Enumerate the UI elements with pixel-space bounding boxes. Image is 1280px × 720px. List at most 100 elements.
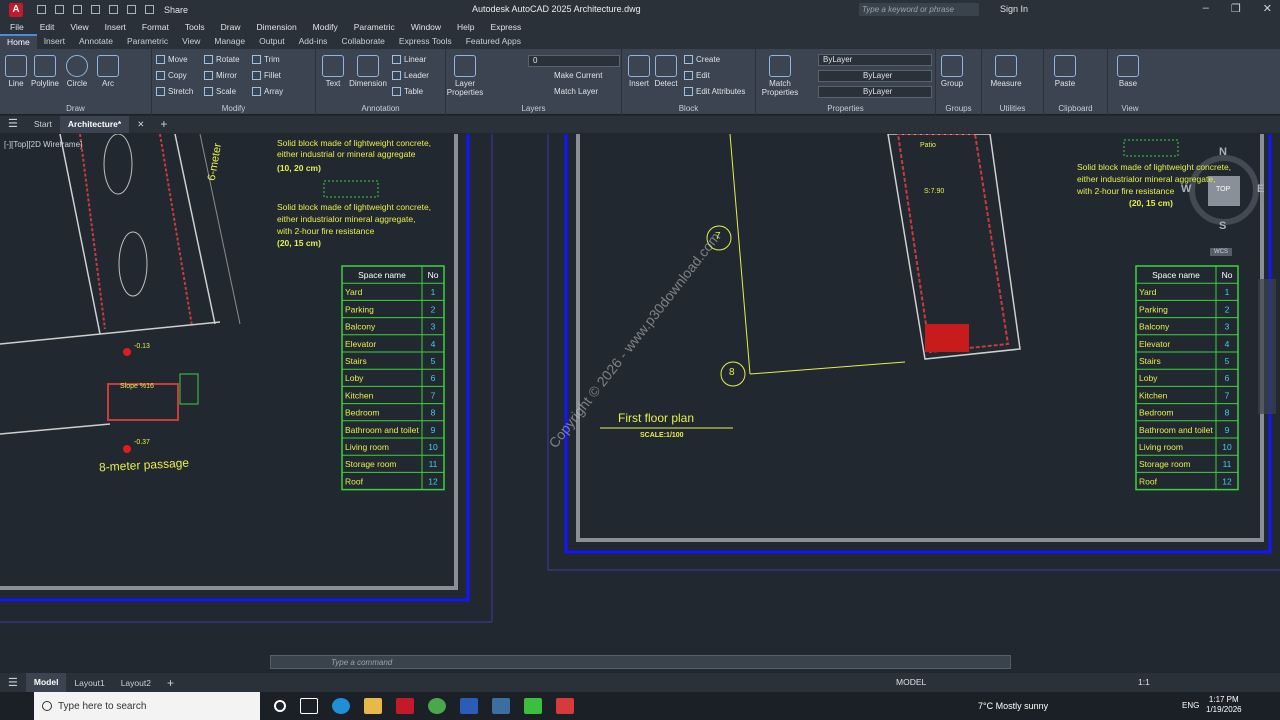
layout1-tab[interactable]: Layout1 [66,678,112,688]
file-explorer-icon[interactable] [364,698,382,714]
array-tool[interactable]: Array [252,87,283,96]
model-space-toggle[interactable]: MODEL [896,677,926,687]
undo-icon[interactable] [127,5,136,14]
ribbon-tab-collaborate[interactable]: Collaborate [334,34,391,49]
viewport-label[interactable]: [-][Top][2D Wireframe] [4,140,82,149]
menu-help[interactable]: Help [449,22,482,32]
add-layout-icon[interactable]: + [159,676,182,690]
ribbon-tab-view[interactable]: View [175,34,207,49]
clock[interactable]: 1:17 PM 1/19/2026 [1206,695,1242,715]
search-input[interactable]: Type a keyword or phrase [859,3,979,16]
menu-window[interactable]: Window [403,22,449,32]
taskbar-search[interactable]: Type here to search [34,692,260,720]
group-tool[interactable]: Group [938,55,966,88]
ribbon-tab-add-ins[interactable]: Add-ins [292,34,335,49]
menu-format[interactable]: Format [134,22,177,32]
redo-icon[interactable] [145,5,154,14]
menu-dimension[interactable]: Dimension [249,22,305,32]
annotation-scale[interactable]: 1:1 [1138,677,1150,687]
recorder-icon[interactable] [556,698,574,714]
cortana-icon[interactable] [274,700,286,712]
task-view-icon[interactable] [300,698,318,714]
edge-icon[interactable] [332,698,350,714]
base-view-tool[interactable]: Base [1114,55,1142,88]
command-line[interactable]: Type a command [270,655,1011,669]
stretch-tool[interactable]: Stretch [156,87,193,96]
autocad-logo-icon[interactable]: A [9,2,23,17]
measure-tool[interactable]: Measure [986,55,1026,88]
sign-in-button[interactable]: Sign In [1000,4,1028,14]
ribbon-tab-insert[interactable]: Insert [37,34,72,49]
save-icon[interactable] [73,5,82,14]
edit-block-tool[interactable]: Edit [684,71,710,80]
match-layer-tool[interactable]: Match Layer [554,87,598,96]
close-icon[interactable]: ✕ [1263,2,1272,15]
create-block-tool[interactable]: Create [684,55,720,64]
linetype-select[interactable]: ByLayer [818,70,932,82]
minimize-icon[interactable]: – [1203,2,1209,15]
menu-file[interactable]: File [0,22,32,32]
lineweight-select[interactable]: ByLayer [818,86,932,98]
color-select[interactable]: ByLayer [818,54,932,66]
menu-express[interactable]: Express [483,22,530,32]
line-tool[interactable]: Line [4,55,28,88]
open-file-icon[interactable] [55,5,64,14]
viewcube-top[interactable]: TOP [1216,186,1230,193]
paste-tool[interactable]: Paste [1052,55,1078,88]
menu-parametric[interactable]: Parametric [346,22,403,32]
current-layer-select[interactable]: 0 [528,55,620,67]
trim-tool[interactable]: Trim [252,55,280,64]
fillet-tool[interactable]: Fillet [252,71,281,80]
new-file-icon[interactable] [37,5,46,14]
language-indicator[interactable]: ENG [1182,701,1199,710]
restore-icon[interactable]: ❐ [1231,2,1241,15]
arc-tool[interactable]: Arc [96,55,120,88]
linear-tool[interactable]: Linear [392,55,426,64]
edit-attributes-tool[interactable]: Edit Attributes [684,87,745,96]
drawing-canvas[interactable]: Space name No Yard 1 Parking 2 Balcony 3 Elevato… [0,134,1280,655]
save-as-icon[interactable] [91,5,100,14]
start-tab[interactable]: Start [26,116,60,133]
ribbon-tab-express-tools[interactable]: Express Tools [392,34,459,49]
table-tool[interactable]: Table [392,87,423,96]
rotate-tool[interactable]: Rotate [204,55,240,64]
wcs-menu[interactable]: WCS [1210,248,1232,256]
autocad-taskbar-icon[interactable] [396,698,414,714]
ribbon-tab-output[interactable]: Output [252,34,292,49]
architecture-tab[interactable]: Architecture* [59,116,130,133]
polyline-tool[interactable]: Polyline [29,55,61,88]
circle-tool[interactable]: Circle [64,55,90,88]
menu-draw[interactable]: Draw [213,22,249,32]
ribbon-tab-manage[interactable]: Manage [207,34,252,49]
share-button[interactable]: Share [164,5,188,15]
plot-icon[interactable] [109,5,118,14]
navigation-bar[interactable] [1258,279,1276,414]
chrome-icon[interactable] [428,698,446,714]
close-tab-icon[interactable]: ✕ [129,116,152,133]
word-icon[interactable] [460,698,478,714]
mirror-tool[interactable]: Mirror [204,71,237,80]
ribbon-tab-parametric[interactable]: Parametric [120,34,175,49]
dimension-tool[interactable]: Dimension [348,55,388,88]
camtasia-icon[interactable] [524,698,542,714]
menu-view[interactable]: View [62,22,96,32]
copy-tool[interactable]: Copy [156,71,187,80]
weather-widget[interactable]: 7°C Mostly sunny [978,701,1048,711]
scale-tool[interactable]: Scale [204,87,236,96]
layout-menu-icon[interactable]: ☰ [0,676,26,689]
leader-tool[interactable]: Leader [392,71,429,80]
ribbon-tab-home[interactable]: Home [0,34,37,49]
menu-insert[interactable]: Insert [97,22,134,32]
menu-edit[interactable]: Edit [32,22,63,32]
ribbon-tab-annotate[interactable]: Annotate [72,34,120,49]
layout2-tab[interactable]: Layout2 [113,678,159,688]
menu-tools[interactable]: Tools [177,22,213,32]
new-tab-icon[interactable]: + [152,116,175,133]
move-tool[interactable]: Move [156,55,188,64]
match-properties-tool[interactable]: Match Properties [760,55,800,97]
ribbon-tab-featured-apps[interactable]: Featured Apps [459,34,528,49]
detect-tool[interactable]: Detect [652,55,680,88]
menu-modify[interactable]: Modify [305,22,346,32]
model-tab[interactable]: Model [25,673,67,692]
hamburger-menu-icon[interactable]: ☰ [0,116,26,133]
